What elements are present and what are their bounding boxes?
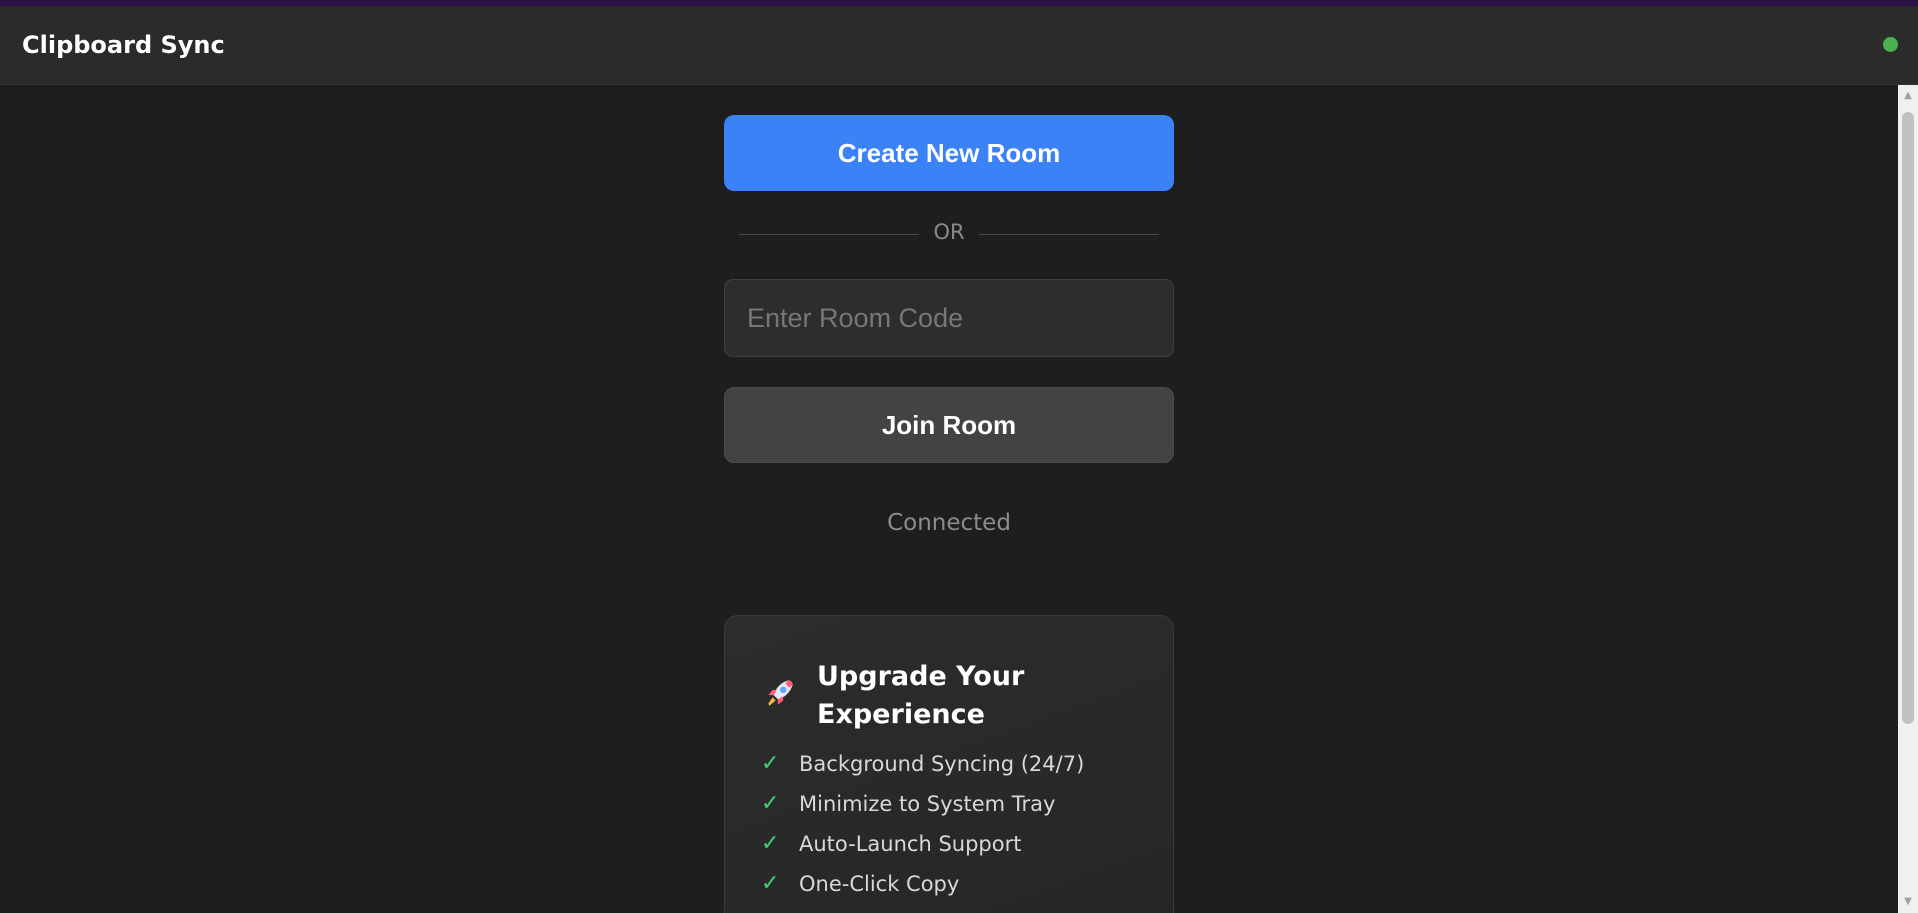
divider-line-right (979, 234, 1159, 235)
feature-item: ✓ Background Syncing (24/7) (761, 744, 1084, 784)
app-title: Clipboard Sync (22, 31, 225, 59)
feature-list: ✓ Background Syncing (24/7) ✓ Minimize t… (761, 744, 1084, 904)
check-icon: ✓ (761, 871, 780, 896)
check-icon: ✓ (761, 791, 780, 816)
scroll-up-icon[interactable]: ▲ (1901, 89, 1915, 103)
connection-status-indicator (1883, 37, 1898, 52)
create-room-button[interactable]: Create New Room (724, 115, 1174, 191)
feature-item: ✓ Minimize to System Tray (761, 784, 1084, 824)
check-icon: ✓ (761, 831, 780, 856)
feature-label: Auto-Launch Support (799, 832, 1022, 856)
vertical-scrollbar[interactable]: ▲ ▼ (1898, 85, 1918, 913)
connection-status-text: Connected (887, 510, 1011, 536)
feature-item: ✓ One-Click Copy (761, 864, 1084, 904)
scrollbar-thumb[interactable] (1902, 112, 1914, 724)
main-content: Create New Room OR Join Room Connected U… (0, 85, 1898, 913)
rocket-icon (768, 680, 793, 706)
room-code-input[interactable] (724, 279, 1174, 357)
app-header: Clipboard Sync (0, 6, 1918, 85)
upgrade-card: Upgrade Your Experience ✓ Background Syn… (724, 615, 1174, 913)
feature-item: ✓ Auto-Launch Support (761, 824, 1084, 864)
upgrade-title: Upgrade Your Experience (817, 661, 1025, 730)
divider-line-left (739, 234, 919, 235)
feature-label: One-Click Copy (799, 872, 960, 896)
scroll-down-icon[interactable]: ▼ (1901, 895, 1915, 909)
join-room-button[interactable]: Join Room (724, 387, 1174, 463)
feature-label: Minimize to System Tray (799, 792, 1056, 816)
or-divider-label: OR (933, 220, 965, 244)
check-icon: ✓ (761, 751, 780, 776)
feature-label: Background Syncing (24/7) (799, 752, 1085, 776)
